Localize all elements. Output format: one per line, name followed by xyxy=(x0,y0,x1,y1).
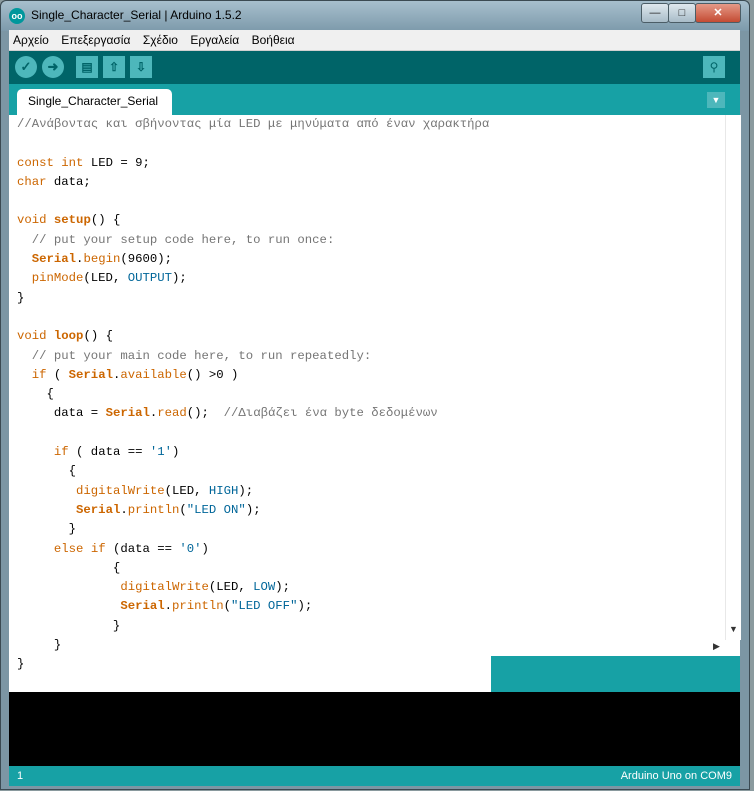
save-icon: ⇩ xyxy=(135,60,147,74)
serial-monitor-icon: ⚲ xyxy=(709,60,719,74)
menu-sketch[interactable]: Σχέδιο xyxy=(139,30,182,47)
console-output xyxy=(9,692,740,766)
code-editor[interactable]: //Ανάβοντας και σβήνοντας μία LED με μην… xyxy=(9,115,740,640)
menu-file[interactable]: Αρχείο xyxy=(9,30,53,47)
vertical-scrollbar[interactable]: ▼ xyxy=(725,115,741,640)
menu-bar: Αρχείο Επεξεργασία Σχέδιο Εργαλεία Βοήθε… xyxy=(9,30,740,51)
tab-bar: Single_Character_Serial ▼ xyxy=(9,84,740,115)
scroll-right-icon[interactable]: ▶ xyxy=(713,641,720,652)
code-text[interactable]: //Ανάβοντας και σβήνοντας μία LED με μην… xyxy=(17,115,489,636)
header-comment: //Ανάβοντας και σβήνοντας μία LED με μην… xyxy=(17,117,490,131)
new-icon: ▤ xyxy=(81,60,93,74)
tab-sketch[interactable]: Single_Character_Serial xyxy=(17,89,172,115)
minimize-button[interactable]: — xyxy=(641,3,669,23)
toolbar: ✓ ➜ ▤ ⇧ ⇩ ⚲ xyxy=(9,51,740,84)
maximize-icon: □ xyxy=(678,7,686,19)
verify-button[interactable]: ✓ xyxy=(15,56,37,78)
new-button[interactable]: ▤ xyxy=(76,56,98,78)
save-button[interactable]: ⇩ xyxy=(130,56,152,78)
read-comment: //Διαβάζει ένα byte δεδομένων xyxy=(223,406,438,421)
minimize-icon: — xyxy=(649,7,661,19)
close-button[interactable]: ✕ xyxy=(695,3,741,23)
horizontal-scrollbar[interactable]: ▶ xyxy=(491,640,740,656)
arduino-icon: oo xyxy=(9,8,25,24)
window-title: Single_Character_Serial | Arduino 1.5.2 xyxy=(31,8,242,22)
upload-icon: ➜ xyxy=(47,59,59,74)
upload-button[interactable]: ➜ xyxy=(42,56,64,78)
open-icon: ⇧ xyxy=(108,60,120,74)
board-info: Arduino Uno on COM9 xyxy=(620,770,732,782)
open-button[interactable]: ⇧ xyxy=(103,56,125,78)
tab-menu-button[interactable]: ▼ xyxy=(707,92,725,108)
menu-help[interactable]: Βοήθεια xyxy=(248,30,299,47)
chevron-down-icon: ▼ xyxy=(711,95,721,105)
status-bar: 1 Arduino Uno on COM9 xyxy=(9,766,740,786)
title-bar[interactable]: oo Single_Character_Serial | Arduino 1.5… xyxy=(1,1,749,31)
serial-monitor-button[interactable]: ⚲ xyxy=(703,56,725,78)
verify-icon: ✓ xyxy=(20,59,32,74)
line-number: 1 xyxy=(17,770,24,782)
close-icon: ✕ xyxy=(713,7,723,19)
scroll-down-icon[interactable]: ▼ xyxy=(729,624,738,634)
code-overflow: } } xyxy=(9,638,491,692)
menu-tools[interactable]: Εργαλεία xyxy=(186,30,243,47)
maximize-button[interactable]: □ xyxy=(668,3,696,23)
menu-edit[interactable]: Επεξεργασία xyxy=(57,30,134,47)
message-area xyxy=(491,656,740,692)
